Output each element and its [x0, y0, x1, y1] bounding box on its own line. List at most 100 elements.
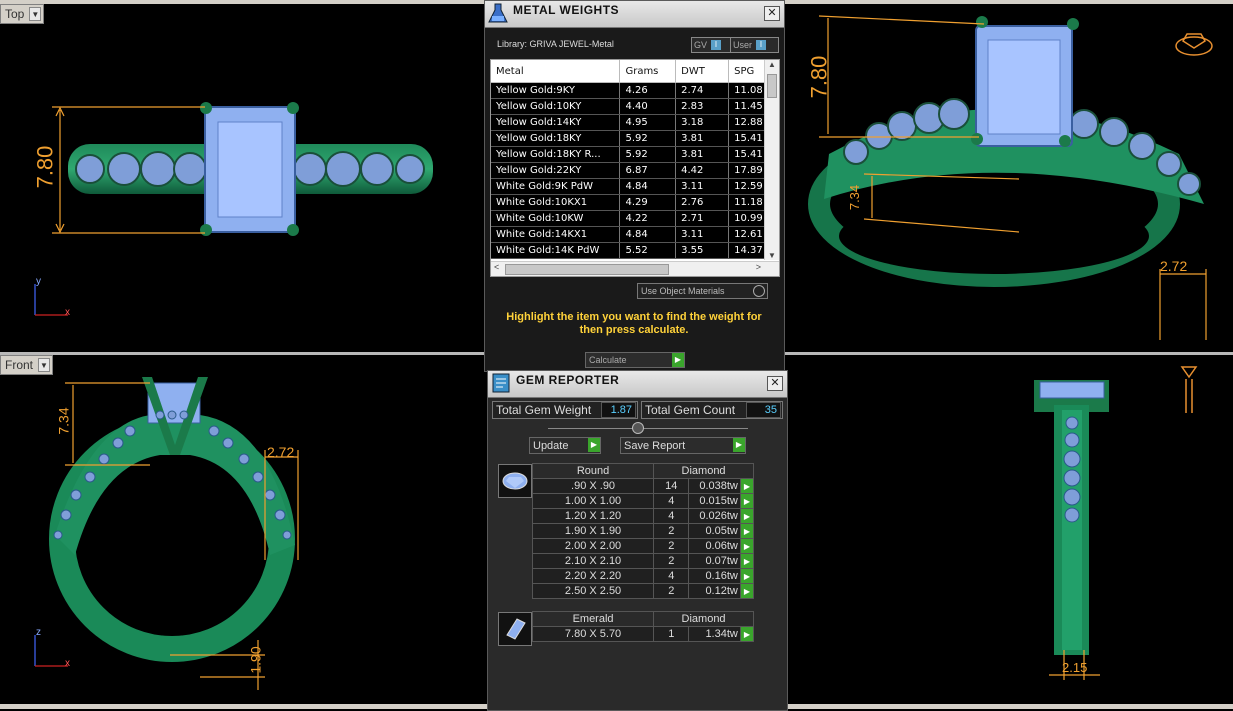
select-gem-arrow-icon[interactable]: ▶ [739, 626, 755, 642]
toggle-user-label: User [733, 40, 753, 50]
gem-count: 4 [653, 568, 690, 584]
gem-weight: 0.12tw [688, 583, 741, 599]
metal-table-grid: Metal Grams DWT SPG Yellow Gold:9KY 4.26 2.74… [491, 60, 779, 259]
gem-row[interactable]: 7.80 X 5.70 1 1.34tw ▶ [531, 626, 755, 642]
round-diamond-icon [502, 472, 528, 490]
table-cell: 2.71 [675, 210, 730, 227]
table-cell: Yellow Gold:18KY [491, 130, 621, 147]
table-row[interactable]: White Gold:10KW 4.22 2.71 10.99 [491, 210, 779, 227]
gem-size: 7.80 X 5.70 [531, 626, 655, 642]
gem-material-label: Diamond [653, 611, 754, 627]
slider-handle[interactable] [632, 422, 644, 434]
column-header[interactable]: Grams [619, 60, 677, 83]
calculate-button[interactable]: Calculate ▶ [585, 352, 685, 368]
gem-weight: 0.038tw [688, 478, 741, 494]
dimension-width-label: 2.72 [267, 444, 295, 460]
viewport-top[interactable]: Top ▼ 7.80 y x [0, 4, 483, 352]
use-object-materials-toggle[interactable]: Use Object Materials [637, 283, 768, 299]
update-button[interactable]: Update ▶ [529, 437, 601, 454]
gem-weight: 0.026tw [688, 508, 741, 524]
table-row[interactable]: White Gold:14KX1 4.84 3.11 12.61 [491, 226, 779, 243]
table-cell: 4.95 [619, 114, 677, 131]
viewport-front[interactable]: Front ▼ 7.34 2.72 1.90 z x [0, 355, 483, 704]
select-gem-arrow-icon[interactable]: ▶ [739, 583, 755, 599]
select-gem-arrow-icon[interactable]: ▶ [739, 568, 755, 584]
gem-row[interactable]: 2.20 X 2.20 4 0.16tw ▶ [531, 568, 755, 584]
update-label: Update [533, 439, 569, 452]
select-gem-arrow-icon[interactable]: ▶ [739, 523, 755, 539]
gem-row[interactable]: 2.50 X 2.50 2 0.12tw ▶ [531, 583, 755, 599]
play-arrow-icon: ▶ [733, 438, 745, 452]
table-cell: 3.11 [675, 226, 730, 243]
gem-count: 2 [653, 583, 690, 599]
slider-track[interactable] [548, 428, 748, 429]
gem-count: 4 [653, 493, 690, 509]
ring-front-view [34, 377, 299, 690]
table-cell: 4.84 [619, 178, 677, 195]
table-cell: Yellow Gold:18KY R... [491, 146, 621, 163]
toggle-user[interactable]: User I [730, 37, 779, 53]
save-report-button[interactable]: Save Report ▶ [620, 437, 746, 454]
total-gem-count-label: Total Gem Count [645, 403, 736, 417]
gem-reporter-titlebar[interactable]: GEM REPORTER ✕ [488, 371, 787, 398]
select-gem-arrow-icon[interactable]: ▶ [739, 493, 755, 509]
round-gem-table: Round Diamond .90 X .90 14 0.038tw ▶ 1.00 X 1.… [531, 463, 755, 599]
viewport-right[interactable]: 2.15 [784, 355, 1233, 704]
viewport-label-top[interactable]: Top ▼ [0, 4, 45, 24]
gem-size: 2.00 X 2.00 [531, 538, 655, 554]
radio-icon [753, 285, 765, 297]
close-icon[interactable]: ✕ [767, 376, 783, 391]
table-cell: 4.26 [619, 82, 677, 99]
chevron-down-icon[interactable]: ▼ [29, 7, 42, 21]
gem-count: 14 [653, 478, 690, 494]
table-row[interactable]: Yellow Gold:22KY 6.87 4.42 17.89 [491, 162, 779, 179]
library-label: Library: GRIVA JEWEL-Metal [497, 39, 614, 49]
table-cell: 4.29 [619, 194, 677, 211]
gem-row[interactable]: .90 X .90 14 0.038tw ▶ [531, 478, 755, 494]
gem-row[interactable]: 2.00 X 2.00 2 0.06tw ▶ [531, 538, 755, 554]
table-row[interactable]: White Gold:10KX1 4.29 2.76 11.18 [491, 194, 779, 211]
flask-icon [488, 3, 508, 23]
select-gem-arrow-icon[interactable]: ▶ [739, 553, 755, 569]
select-gem-arrow-icon[interactable]: ▶ [739, 508, 755, 524]
gem-row[interactable]: 1.20 X 1.20 4 0.026tw ▶ [531, 508, 755, 524]
column-header[interactable]: DWT [675, 60, 730, 83]
round-gem-icon [498, 464, 532, 498]
metal-weights-titlebar[interactable]: METAL WEIGHTS ✕ [485, 1, 784, 28]
gem-row[interactable]: 2.10 X 2.10 2 0.07tw ▶ [531, 553, 755, 569]
metal-table[interactable]: Metal Grams DWT SPG Yellow Gold:9KY 4.26 2.74… [490, 59, 780, 277]
gem-weight: 1.34tw [688, 626, 741, 642]
viewport-label-front[interactable]: Front ▼ [0, 355, 54, 375]
ring-side-icon [1180, 366, 1198, 413]
axis-z-label: z [36, 627, 41, 638]
table-row[interactable]: Yellow Gold:14KY 4.95 3.18 12.88 [491, 114, 779, 131]
use-object-materials-label: Use Object Materials [641, 286, 725, 296]
dimension-bottom-label: 1.90 [247, 646, 264, 674]
table-row[interactable]: Yellow Gold:18KY 5.92 3.81 15.41 [491, 130, 779, 147]
table-row[interactable]: Yellow Gold:18KY R... 5.92 3.81 15.41 [491, 146, 779, 163]
toggle-gv[interactable]: GV I [691, 37, 731, 53]
emerald-gem-icon [498, 612, 532, 646]
toggle-gv-label: GV [694, 40, 708, 50]
play-arrow-icon: ▶ [588, 438, 600, 452]
vertical-scrollbar[interactable]: ▲ ▼ [764, 60, 779, 260]
select-gem-arrow-icon[interactable]: ▶ [739, 538, 755, 554]
table-row[interactable]: White Gold:14K PdW 5.52 3.55 14.37 [491, 242, 779, 259]
panel-title: METAL WEIGHTS [513, 3, 620, 17]
table-cell: 4.22 [619, 210, 677, 227]
table-row[interactable]: Yellow Gold:9KY 4.26 2.74 11.08 [491, 82, 779, 99]
close-icon[interactable]: ✕ [764, 6, 780, 21]
horizontal-scrollbar[interactable]: < > [491, 261, 779, 276]
gem-size: 2.50 X 2.50 [531, 583, 655, 599]
table-row[interactable]: White Gold:9K PdW 4.84 3.11 12.59 [491, 178, 779, 195]
table-row[interactable]: Yellow Gold:10KY 4.40 2.83 11.45 [491, 98, 779, 115]
select-gem-arrow-icon[interactable]: ▶ [739, 478, 755, 494]
gem-count: 2 [653, 553, 690, 569]
chevron-down-icon[interactable]: ▼ [38, 358, 51, 372]
column-header[interactable]: Metal [491, 60, 621, 83]
gem-row[interactable]: 1.90 X 1.90 2 0.05tw ▶ [531, 523, 755, 539]
viewport-name: Top [5, 7, 25, 21]
gem-size: 1.90 X 1.90 [531, 523, 655, 539]
viewport-perspective[interactable]: 7.80 7.34 2.72 [784, 4, 1233, 352]
gem-row[interactable]: 1.00 X 1.00 4 0.015tw ▶ [531, 493, 755, 509]
